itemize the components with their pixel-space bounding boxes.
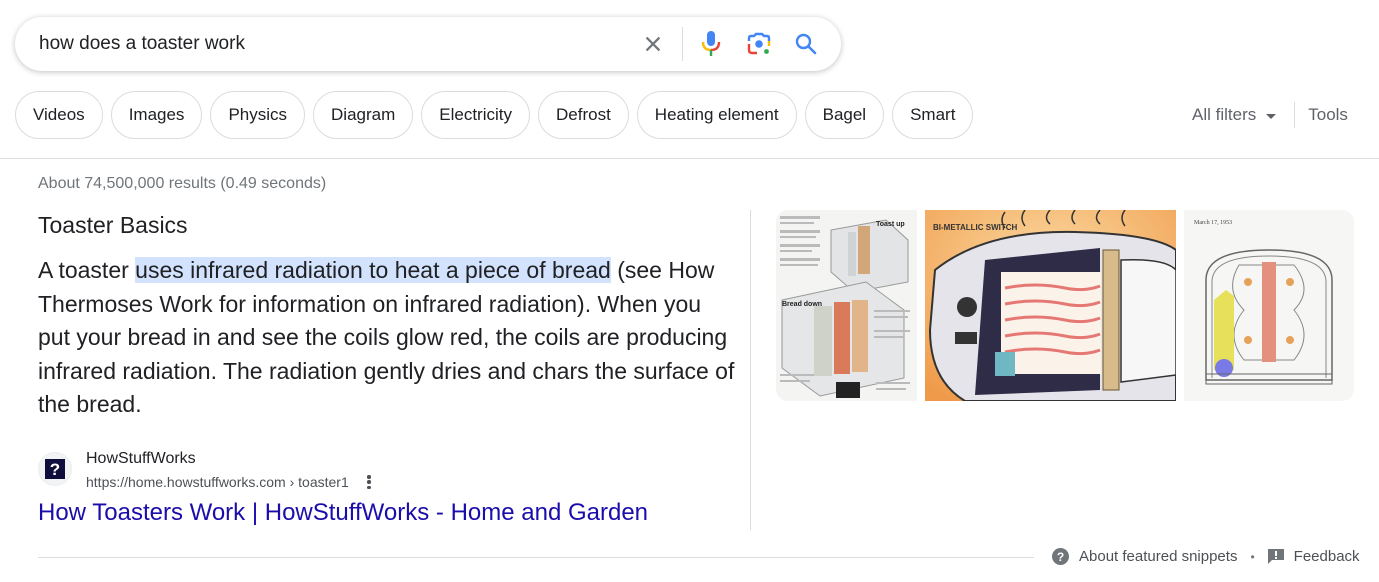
chip-diagram[interactable]: Diagram <box>313 91 414 139</box>
snippet-footer: ? About featured snippets • Feedback <box>1052 548 1360 565</box>
refinement-chips: Videos Images Physics Diagram Electricit… <box>15 91 974 139</box>
image-label-patent-date: March 17, 1953 <box>1194 220 1232 226</box>
snippet-image-patent-drawing[interactable]: March 17, 1953 <box>1184 210 1354 401</box>
chip-heating-element[interactable]: Heating element <box>636 91 797 139</box>
chip-bagel[interactable]: Bagel <box>804 91 885 139</box>
search-icon[interactable] <box>792 30 820 58</box>
search-input[interactable] <box>39 17 619 71</box>
search-bar-divider <box>682 27 683 61</box>
result-title-link[interactable]: How Toasters Work | HowStuffWorks - Home… <box>38 499 648 527</box>
snippet-highlight: uses infrared radiation to heat a piece … <box>135 257 611 283</box>
howstuffworks-logo-icon: ? <box>45 459 65 479</box>
chip-images[interactable]: Images <box>110 91 203 139</box>
chip-electricity[interactable]: Electricity <box>421 91 530 139</box>
image-label-toast-up: Toast up <box>876 221 905 228</box>
help-icon: ? <box>1052 548 1069 565</box>
filters-bar: All filters Tools <box>1192 91 1348 139</box>
tools-button[interactable]: Tools <box>1308 105 1348 125</box>
close-icon[interactable] <box>639 30 667 58</box>
filters-divider <box>1294 102 1296 128</box>
footer-divider <box>38 557 1034 558</box>
site-favicon[interactable]: ? <box>38 452 72 486</box>
more-options-icon[interactable] <box>363 473 375 491</box>
feedback-icon <box>1267 549 1284 564</box>
camera-lens-icon[interactable] <box>745 30 773 58</box>
footer-separator: • <box>1250 549 1255 564</box>
result-stats: About 74,500,000 results (0.49 seconds) <box>38 175 327 192</box>
snippet-vertical-divider <box>750 210 751 530</box>
source-text: HowStuffWorks https://home.howstuffworks… <box>86 450 375 491</box>
chip-videos[interactable]: Videos <box>15 91 103 139</box>
chip-smart[interactable]: Smart <box>892 91 974 139</box>
feedback-link[interactable]: Feedback <box>1294 548 1360 565</box>
source-site-name[interactable]: HowStuffWorks <box>86 450 375 468</box>
image-label-bread-down: Bread down <box>782 301 822 308</box>
snippet-image-toaster-coils[interactable]: BI-METALLIC SWITCH <box>925 210 1176 401</box>
microphone-icon[interactable] <box>697 30 725 58</box>
all-filters-label: All filters <box>1192 105 1257 124</box>
image-label-bimetallic-switch: BI-METALLIC SWITCH <box>933 223 1018 232</box>
snippet-title: Toaster Basics <box>38 212 188 238</box>
snippet-image-cutaway[interactable]: Toast up Bread down <box>776 210 917 401</box>
chip-defrost[interactable]: Defrost <box>538 91 629 139</box>
search-bar <box>15 17 841 71</box>
source-url-row: https://home.howstuffworks.com › toaster… <box>86 473 375 491</box>
snippet-images: Toast up Bread down BI-METALLIC SWITCH M… <box>776 210 1354 401</box>
header-divider <box>0 158 1379 159</box>
snippet-body-pre: A toaster <box>38 257 136 283</box>
all-filters-button[interactable]: All filters <box>1192 105 1277 125</box>
snippet-source: ? HowStuffWorks https://home.howstuffwor… <box>38 450 375 491</box>
caret-down-icon <box>1266 113 1277 119</box>
snippet-body: A toaster uses infrared radiation to hea… <box>38 254 738 422</box>
source-url[interactable]: https://home.howstuffworks.com › toaster… <box>86 474 349 490</box>
chip-physics[interactable]: Physics <box>210 91 306 139</box>
about-featured-snippets-link[interactable]: About featured snippets <box>1079 548 1237 565</box>
